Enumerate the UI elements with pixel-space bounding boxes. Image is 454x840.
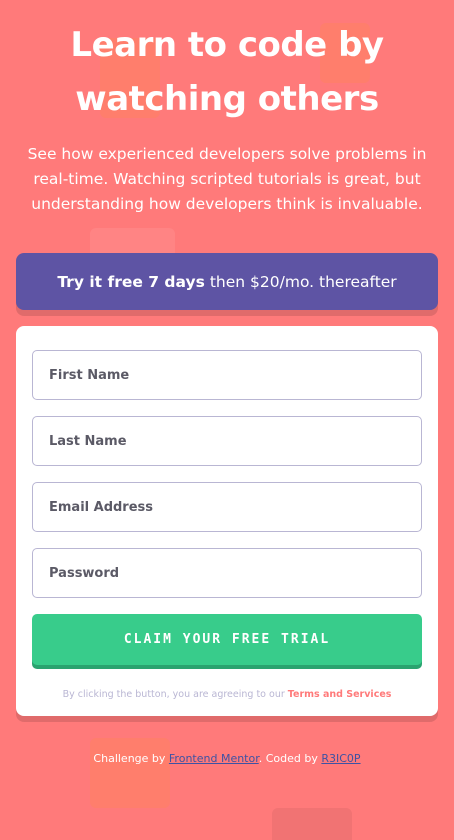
terms-link[interactable]: Terms and Services	[288, 689, 392, 700]
terms-prefix: By clicking the button, you are agreeing…	[62, 689, 285, 700]
frontend-mentor-link[interactable]: Frontend Mentor	[169, 752, 259, 765]
last-name-input[interactable]	[32, 416, 422, 466]
coded-prefix: . Coded by	[258, 752, 318, 765]
page-content: Learn to code by watching others See how…	[0, 18, 454, 765]
email-input[interactable]	[32, 482, 422, 532]
author-link[interactable]: R3IC0P	[321, 752, 360, 765]
page-title: Learn to code by watching others	[16, 18, 438, 126]
offer-bold-text: Try it free 7 days	[57, 272, 205, 291]
first-name-input[interactable]	[32, 350, 422, 400]
password-input[interactable]	[32, 548, 422, 598]
attribution: Challenge by Frontend Mentor. Coded by R…	[16, 752, 438, 765]
signup-form: CLAIM YOUR FREE TRIAL By clicking the bu…	[16, 326, 438, 716]
title-line-2: watching others	[75, 79, 379, 119]
title-line-1: Learn to code by	[70, 25, 384, 65]
claim-trial-button[interactable]: CLAIM YOUR FREE TRIAL	[32, 614, 422, 665]
challenge-prefix: Challenge by	[93, 752, 166, 765]
hero-description: See how experienced developers solve pro…	[27, 145, 427, 213]
terms-notice: By clicking the button, you are agreeing…	[32, 689, 422, 700]
offer-text: then $20/mo. thereafter	[209, 272, 397, 291]
background-decoration	[272, 808, 352, 840]
free-trial-banner: Try it free 7 days then $20/mo. thereaft…	[16, 253, 438, 310]
